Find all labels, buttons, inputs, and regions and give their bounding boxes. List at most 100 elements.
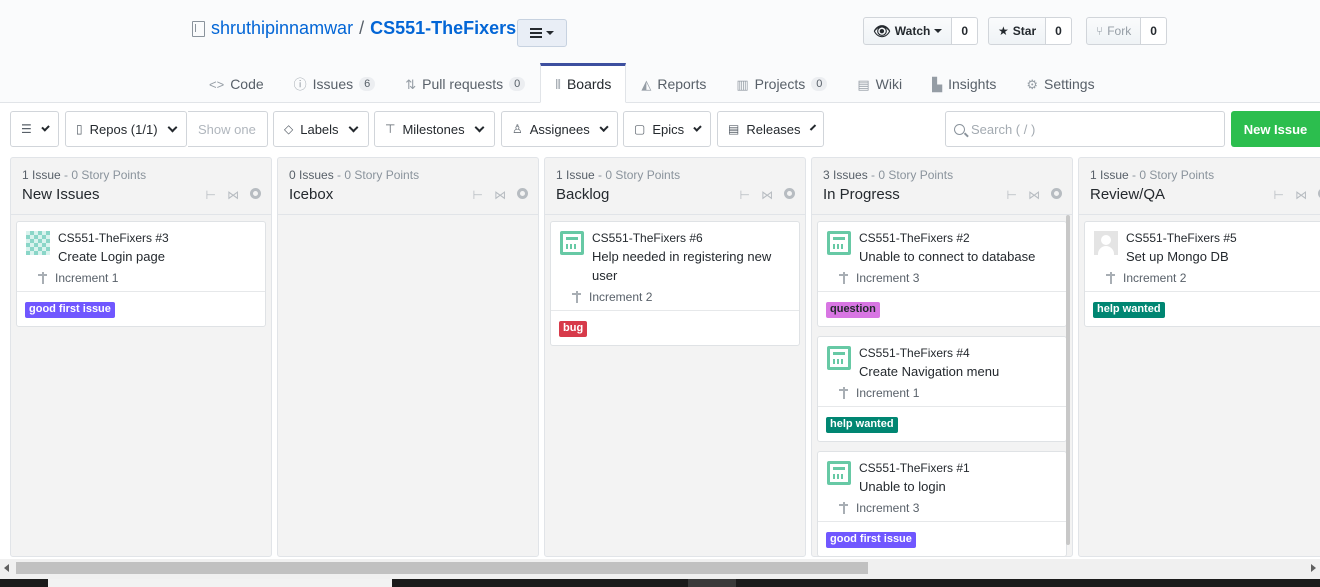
tab-reports[interactable]: ◭ Reports (626, 63, 721, 103)
pipeline-review-qa: 1 Issue - 0 Story Points Review/QA ⊢ ⋈ C… (1078, 157, 1320, 557)
pipeline-settings-icon[interactable] (517, 188, 528, 199)
milestone-label: Increment 1 (55, 271, 119, 285)
tab-settings[interactable]: ⚙ Settings (1011, 63, 1109, 103)
card-repo: CS551-TheFixers #4 (859, 346, 970, 360)
tab-boards[interactable]: ⦀ Boards (540, 63, 627, 103)
gear-icon: ⚙ (1026, 76, 1038, 92)
pipeline-icebox: 0 Issues - 0 Story Points Icebox ⊢ ⋈ (277, 157, 539, 557)
fork-button[interactable]: ⑂ Fork (1086, 17, 1142, 45)
person-icon: ♙ (512, 122, 523, 136)
repos-filter[interactable]: ▯ Repos (1/1) (65, 111, 187, 147)
os-taskbar (0, 579, 1320, 587)
tab-label: Pull requests (422, 76, 504, 92)
pipeline-settings-icon[interactable] (1051, 188, 1062, 199)
new-issue-button[interactable]: New Issue (1231, 111, 1320, 147)
card-repo: CS551-TheFixers #6 (592, 231, 703, 245)
board-settings-button[interactable]: ☰ (10, 111, 59, 147)
search-box[interactable] (945, 111, 1225, 147)
milestones-filter[interactable]: ⊤ Milestones (374, 111, 495, 147)
pipeline-stats: 1 Issue - 0 Story Points (22, 168, 260, 182)
scroll-left-icon[interactable] (4, 564, 9, 572)
labels-filter[interactable]: ◇ Labels (273, 111, 369, 147)
pipeline-stats: 1 Issue - 0 Story Points (1090, 168, 1320, 182)
taskbar-search[interactable] (48, 579, 392, 587)
tab-insights[interactable]: ▙ Insights (917, 63, 1011, 103)
star-label: Star (1012, 24, 1037, 38)
pipeline-flag-icon[interactable]: ⊢ (1007, 188, 1017, 202)
tab-label: Wiki (875, 76, 903, 92)
card-title: Create Navigation menu (859, 364, 1000, 379)
releases-filter-label: Releases (746, 121, 801, 137)
star-count[interactable]: 0 (1046, 17, 1072, 45)
tab-wiki[interactable]: ▤ Wiki (842, 63, 917, 103)
board-horizontal-scrollbar[interactable] (0, 559, 1320, 579)
card-title: Unable to connect to database (859, 249, 1036, 264)
issue-card[interactable]: CS551-TheFixers #1 Unable to login Incre… (817, 451, 1067, 557)
issue-card[interactable]: CS551-TheFixers #6 Help needed in regist… (550, 221, 800, 346)
chevron-down-icon (41, 122, 50, 132)
pipeline-scrollbar[interactable] (1066, 215, 1070, 545)
pipeline-actions: ⊢ ⋈ (1274, 188, 1320, 202)
pipeline-settings-icon[interactable] (250, 188, 261, 199)
label-good-first-issue[interactable]: good first issue (25, 302, 115, 318)
search-input[interactable] (971, 121, 1211, 137)
code-icon: <> (209, 76, 225, 92)
issue-count: 3 Issues (823, 168, 868, 182)
pipeline-flag-icon[interactable]: ⊢ (473, 188, 483, 202)
repo-owner-link[interactable]: shruthipinnamwar (211, 18, 353, 39)
board-view-menu-button[interactable] (517, 19, 567, 47)
release-icon: ▤ (728, 122, 740, 136)
issue-card[interactable]: CS551-TheFixers #5 Set up Mongo DB Incre… (1084, 221, 1320, 327)
tab-code[interactable]: <> Code (194, 63, 279, 103)
scroll-right-icon[interactable] (1311, 564, 1316, 572)
projects-icon: ▥ (736, 76, 749, 92)
taskbar-app[interactable] (688, 579, 736, 587)
card-body: CS551-TheFixers #6 Help needed in regist… (551, 222, 799, 310)
label-bug[interactable]: bug (559, 321, 588, 337)
card-title: Unable to login (859, 479, 946, 494)
eye-icon: 👁 (873, 22, 891, 39)
repo-name-link[interactable]: CS551-TheFixers (370, 18, 516, 39)
tab-pull-requests[interactable]: ⇅ Pull requests 0 (390, 63, 540, 103)
epics-filter[interactable]: ▢ Epics (623, 111, 711, 147)
watch-count[interactable]: 0 (952, 17, 979, 45)
collapse-icon[interactable]: ⋈ (227, 188, 239, 202)
star-button[interactable]: ★ Star (988, 17, 1047, 45)
label-help-wanted[interactable]: help wanted (1093, 302, 1165, 318)
assignees-filter[interactable]: ♙ Assignees (501, 111, 618, 147)
repo-icon: ▯ (76, 122, 83, 136)
card-title: Create Login page (58, 249, 165, 264)
collapse-icon[interactable]: ⋈ (494, 188, 506, 202)
pipeline-flag-icon[interactable]: ⊢ (740, 188, 750, 202)
label-question[interactable]: question (826, 302, 880, 318)
collapse-icon[interactable]: ⋈ (1295, 188, 1307, 202)
issues-counter: 6 (359, 77, 376, 91)
fork-count[interactable]: 0 (1141, 17, 1167, 45)
tab-label: Insights (948, 76, 997, 92)
tab-label: Issues (312, 76, 354, 92)
scrollbar-thumb[interactable] (16, 562, 868, 574)
card-milestone: Increment 2 (1106, 271, 1320, 285)
issue-card[interactable]: CS551-TheFixers #2 Unable to connect to … (817, 221, 1067, 327)
watch-button[interactable]: 👁 Watch (863, 17, 953, 45)
caret-down-icon (546, 31, 554, 35)
pipeline-flag-icon[interactable]: ⊢ (206, 188, 216, 202)
milestone-icon (839, 272, 848, 284)
card-labels: bug (551, 310, 799, 345)
pipeline-settings-icon[interactable] (784, 188, 795, 199)
card-body: CS551-TheFixers #2 Unable to connect to … (818, 222, 1066, 291)
board-toolbar: ☰ ▯ Repos (1/1) Show one ◇ Labels ⊤ Mile… (0, 103, 1320, 155)
card-body: CS551-TheFixers #3 Create Login page Inc… (17, 222, 265, 291)
avatar (827, 346, 851, 370)
releases-filter[interactable]: ▤ Releases (717, 111, 824, 147)
collapse-icon[interactable]: ⋈ (761, 188, 773, 202)
label-good-first-issue[interactable]: good first issue (826, 532, 916, 548)
label-help-wanted[interactable]: help wanted (826, 417, 898, 433)
tab-projects[interactable]: ▥ Projects 0 (721, 63, 842, 103)
pipeline-flag-icon[interactable]: ⊢ (1274, 188, 1284, 202)
issue-card[interactable]: CS551-TheFixers #4 Create Navigation men… (817, 336, 1067, 442)
issue-card[interactable]: CS551-TheFixers #3 Create Login page Inc… (16, 221, 266, 327)
show-one-button[interactable]: Show one (188, 111, 268, 147)
collapse-icon[interactable]: ⋈ (1028, 188, 1040, 202)
tab-issues[interactable]: ⓘ Issues 6 (279, 63, 391, 103)
